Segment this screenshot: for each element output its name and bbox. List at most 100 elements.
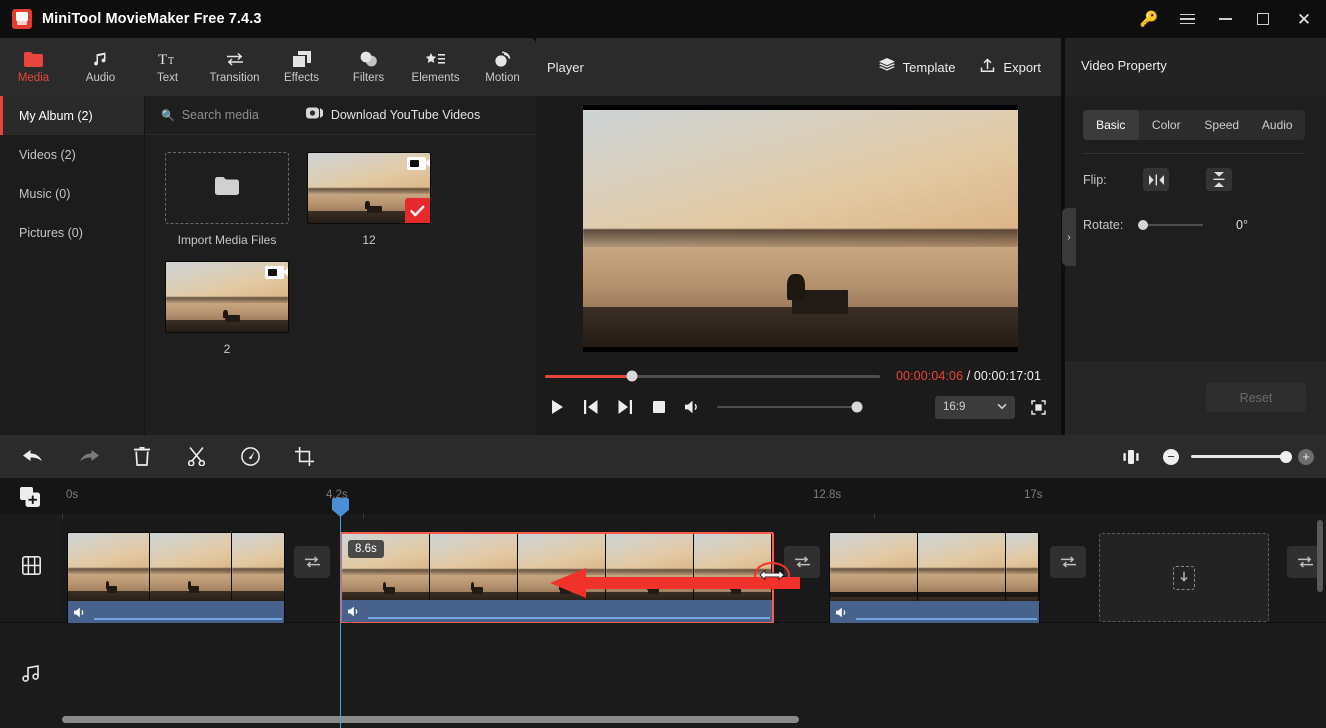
tab-audio[interactable]: Audio — [1250, 110, 1306, 140]
timeline-horizontal-scrollbar[interactable] — [62, 716, 1315, 723]
fullscreen-button[interactable] — [1021, 392, 1055, 422]
transition-slot-1[interactable] — [294, 546, 330, 578]
tab-audio-label: Audio — [1261, 118, 1293, 132]
previous-frame-button[interactable] — [574, 392, 608, 422]
speed-button[interactable] — [230, 435, 270, 478]
tab-color-label: Color — [1151, 118, 1181, 132]
minimize-icon[interactable] — [1206, 0, 1244, 38]
split-button[interactable] — [176, 435, 216, 478]
download-youtube-label: Download YouTube Videos — [330, 108, 481, 122]
sidebar-item-label: Music (0) — [19, 186, 71, 201]
flip-row: Flip: — [1083, 168, 1232, 191]
tab-speed[interactable]: Speed — [1194, 110, 1250, 140]
sidebar-item-music[interactable]: Music (0) — [0, 174, 144, 213]
import-media-dropzone[interactable] — [165, 152, 289, 224]
audio-track-header[interactable] — [0, 623, 62, 728]
clip-frame — [150, 533, 232, 603]
seek-slider[interactable] — [545, 370, 880, 382]
media-drop-zone[interactable] — [1099, 533, 1269, 622]
key-icon[interactable]: 🔑 — [1130, 0, 1168, 38]
export-button[interactable]: Export — [980, 58, 1041, 76]
clip-duration-badge: 8.6s — [348, 540, 384, 558]
sidebar-item-pictures[interactable]: Pictures (0) — [0, 213, 144, 252]
media-item-12[interactable]: 12 — [307, 152, 431, 247]
seek-handle[interactable] — [626, 370, 638, 382]
audio-lane[interactable] — [62, 623, 1326, 728]
close-icon[interactable]: ✕ — [1282, 0, 1326, 38]
timeline-ruler[interactable]: 0s 4.2s 12.8s 17s — [0, 478, 1326, 514]
play-button[interactable] — [540, 392, 574, 422]
redo-button[interactable] — [68, 435, 108, 478]
rotate-handle[interactable] — [1138, 220, 1148, 230]
tab-effects[interactable]: Effects — [268, 38, 335, 96]
download-youtube-button[interactable]: Download YouTube Videos — [305, 106, 481, 124]
layers-square-icon — [292, 49, 311, 69]
flip-vertical-button[interactable] — [1206, 168, 1232, 191]
tab-motion[interactable]: Motion — [469, 38, 536, 96]
sidebar-item-my-album[interactable]: My Album (2) — [0, 96, 144, 135]
sidebar-item-videos[interactable]: Videos (2) — [0, 135, 144, 174]
search-input[interactable]: 🔍 Search media — [161, 108, 259, 122]
crop-button[interactable] — [284, 435, 324, 478]
zoom-out-button[interactable]: − — [1163, 448, 1179, 465]
sidebar-item-label: Pictures (0) — [19, 225, 83, 240]
rotate-slider[interactable] — [1138, 220, 1203, 230]
undo-button[interactable] — [14, 435, 54, 478]
text-icon: TT — [158, 49, 178, 69]
tab-elements[interactable]: Elements — [402, 38, 469, 96]
video-lane[interactable]: 8.6s — [62, 514, 1326, 624]
tab-filters[interactable]: Filters — [335, 38, 402, 96]
filters-droplets-icon — [359, 49, 378, 69]
video-type-icon — [407, 157, 430, 170]
template-label: Template — [902, 59, 956, 75]
media-sidebar: My Album (2) Videos (2) Music (0) Pictur… — [0, 96, 145, 435]
menu-icon[interactable] — [1168, 0, 1206, 38]
volume-handle[interactable] — [851, 401, 863, 413]
clip-frame — [68, 533, 150, 603]
clip-frame — [606, 534, 694, 604]
minitool-logo — [12, 9, 32, 29]
video-preview[interactable] — [583, 105, 1018, 352]
reset-button[interactable]: Reset — [1206, 383, 1306, 412]
tab-transition[interactable]: Transition — [201, 38, 268, 96]
maximize-icon[interactable] — [1244, 0, 1282, 38]
media-item-2[interactable]: 2 — [165, 261, 289, 356]
transition-slot-3[interactable] — [1050, 546, 1086, 578]
fit-to-timeline-button[interactable] — [1111, 435, 1151, 478]
tab-media[interactable]: Media — [0, 38, 67, 96]
add-track-button[interactable] — [20, 487, 40, 512]
next-frame-button[interactable] — [608, 392, 642, 422]
panel-collapse-button[interactable]: › — [1062, 208, 1076, 266]
timeline-vertical-scrollbar[interactable] — [1317, 520, 1323, 592]
speaker-icon[interactable] — [836, 607, 849, 618]
import-media-cell[interactable]: Import Media Files — [165, 152, 289, 247]
scrollbar-thumb[interactable] — [62, 716, 799, 723]
flip-horizontal-button[interactable] — [1143, 168, 1169, 191]
tab-basic[interactable]: Basic — [1083, 110, 1139, 140]
zoom-handle[interactable] — [1280, 450, 1292, 463]
delete-button[interactable] — [122, 435, 162, 478]
tab-audio[interactable]: Audio — [67, 38, 134, 96]
volume-slider[interactable] — [717, 401, 863, 413]
speaker-icon[interactable] — [74, 607, 87, 618]
stop-button[interactable] — [642, 392, 676, 422]
ruler-tick: 0s — [66, 489, 79, 501]
video-track-header[interactable] — [0, 514, 62, 623]
volume-button[interactable] — [676, 392, 710, 422]
media-thumbnail[interactable] — [165, 261, 289, 333]
table-row[interactable]: 8.6s — [340, 532, 774, 624]
zoom-slider[interactable] — [1191, 450, 1292, 463]
reset-label: Reset — [1239, 390, 1273, 405]
tab-media-label: Media — [17, 72, 50, 85]
template-button[interactable]: Template — [878, 58, 956, 76]
zoom-in-button[interactable]: + — [1298, 448, 1314, 465]
svg-text:T: T — [168, 56, 174, 67]
tab-color[interactable]: Color — [1139, 110, 1195, 140]
speaker-icon[interactable] — [348, 606, 361, 617]
aspect-ratio-select[interactable]: 16:9 — [935, 395, 1015, 419]
media-thumbnail[interactable] — [307, 152, 431, 224]
table-row[interactable] — [67, 532, 285, 624]
timeline: 0s 4.2s 12.8s 17s 8.6s — [0, 478, 1326, 728]
tab-text[interactable]: TT Text — [134, 38, 201, 96]
table-row[interactable] — [829, 532, 1040, 624]
